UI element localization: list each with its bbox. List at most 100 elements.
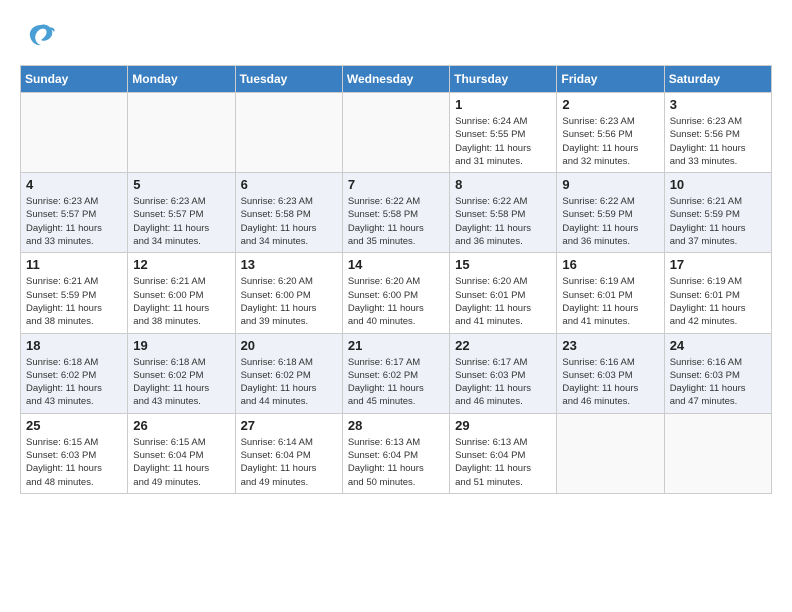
day-number: 27 bbox=[241, 418, 337, 433]
day-number: 1 bbox=[455, 97, 551, 112]
day-number: 25 bbox=[26, 418, 122, 433]
table-row bbox=[21, 93, 128, 173]
table-row: 1 Sunrise: 6:24 AM Sunset: 5:55 PM Daylig… bbox=[450, 93, 557, 173]
day-number: 28 bbox=[348, 418, 444, 433]
day-info: Sunrise: 6:18 AM Sunset: 6:02 PM Dayligh… bbox=[241, 356, 337, 409]
day-info: Sunrise: 6:20 AM Sunset: 6:01 PM Dayligh… bbox=[455, 275, 551, 328]
day-info: Sunrise: 6:17 AM Sunset: 6:02 PM Dayligh… bbox=[348, 356, 444, 409]
day-number: 23 bbox=[562, 338, 658, 353]
day-header-tuesday: Tuesday bbox=[235, 66, 342, 93]
calendar-week-5: 25 Sunrise: 6:15 AM Sunset: 6:03 PM Dayli… bbox=[21, 413, 772, 493]
day-info: Sunrise: 6:21 AM Sunset: 5:59 PM Dayligh… bbox=[670, 195, 766, 248]
logo-bird-icon bbox=[26, 20, 56, 50]
day-number: 7 bbox=[348, 177, 444, 192]
day-number: 20 bbox=[241, 338, 337, 353]
table-row: 5 Sunrise: 6:23 AM Sunset: 5:57 PM Daylig… bbox=[128, 173, 235, 253]
table-row: 19 Sunrise: 6:18 AM Sunset: 6:02 PM Dayli… bbox=[128, 333, 235, 413]
day-info: Sunrise: 6:23 AM Sunset: 5:56 PM Dayligh… bbox=[670, 115, 766, 168]
day-info: Sunrise: 6:21 AM Sunset: 6:00 PM Dayligh… bbox=[133, 275, 229, 328]
table-row: 18 Sunrise: 6:18 AM Sunset: 6:02 PM Dayli… bbox=[21, 333, 128, 413]
table-row: 6Sunrise: 6:23 AM Sunset: 5:58 PM Daylig… bbox=[235, 173, 342, 253]
day-number: 10 bbox=[670, 177, 766, 192]
day-number: 14 bbox=[348, 257, 444, 272]
table-row bbox=[342, 93, 449, 173]
calendar-week-3: 11Sunrise: 6:21 AM Sunset: 5:59 PM Dayli… bbox=[21, 253, 772, 333]
table-row: 17Sunrise: 6:19 AM Sunset: 6:01 PM Dayli… bbox=[664, 253, 771, 333]
day-info: Sunrise: 6:18 AM Sunset: 6:02 PM Dayligh… bbox=[133, 356, 229, 409]
table-row: 15 Sunrise: 6:20 AM Sunset: 6:01 PM Dayli… bbox=[450, 253, 557, 333]
table-row: 13 Sunrise: 6:20 AM Sunset: 6:00 PM Dayli… bbox=[235, 253, 342, 333]
day-info: Sunrise: 6:20 AM Sunset: 6:00 PM Dayligh… bbox=[348, 275, 444, 328]
day-info: Sunrise: 6:17 AM Sunset: 6:03 PM Dayligh… bbox=[455, 356, 551, 409]
day-number: 2 bbox=[562, 97, 658, 112]
day-number: 21 bbox=[348, 338, 444, 353]
table-row bbox=[557, 413, 664, 493]
table-row: 26 Sunrise: 6:15 AM Sunset: 6:04 PM Dayli… bbox=[128, 413, 235, 493]
day-info: Sunrise: 6:15 AM Sunset: 6:03 PM Dayligh… bbox=[26, 436, 122, 489]
day-info: Sunrise: 6:14 AM Sunset: 6:04 PM Dayligh… bbox=[241, 436, 337, 489]
table-row: 14 Sunrise: 6:20 AM Sunset: 6:00 PM Dayli… bbox=[342, 253, 449, 333]
table-row bbox=[664, 413, 771, 493]
table-row: 11Sunrise: 6:21 AM Sunset: 5:59 PM Dayli… bbox=[21, 253, 128, 333]
table-row: 9 Sunrise: 6:22 AM Sunset: 5:59 PM Daylig… bbox=[557, 173, 664, 253]
table-row: 2 Sunrise: 6:23 AM Sunset: 5:56 PM Daylig… bbox=[557, 93, 664, 173]
day-number: 9 bbox=[562, 177, 658, 192]
day-number: 15 bbox=[455, 257, 551, 272]
day-number: 3 bbox=[670, 97, 766, 112]
day-info: Sunrise: 6:23 AM Sunset: 5:57 PM Dayligh… bbox=[26, 195, 122, 248]
table-row bbox=[128, 93, 235, 173]
table-row: 7 Sunrise: 6:22 AM Sunset: 5:58 PM Daylig… bbox=[342, 173, 449, 253]
calendar-header-row: SundayMondayTuesdayWednesdayThursdayFrid… bbox=[21, 66, 772, 93]
day-info: Sunrise: 6:22 AM Sunset: 5:59 PM Dayligh… bbox=[562, 195, 658, 248]
day-header-thursday: Thursday bbox=[450, 66, 557, 93]
calendar-week-1: 1 Sunrise: 6:24 AM Sunset: 5:55 PM Daylig… bbox=[21, 93, 772, 173]
day-number: 8 bbox=[455, 177, 551, 192]
day-info: Sunrise: 6:23 AM Sunset: 5:58 PM Dayligh… bbox=[241, 195, 337, 248]
day-number: 26 bbox=[133, 418, 229, 433]
day-number: 12 bbox=[133, 257, 229, 272]
calendar-body: 1 Sunrise: 6:24 AM Sunset: 5:55 PM Daylig… bbox=[21, 93, 772, 494]
day-number: 19 bbox=[133, 338, 229, 353]
day-header-saturday: Saturday bbox=[664, 66, 771, 93]
day-info: Sunrise: 6:15 AM Sunset: 6:04 PM Dayligh… bbox=[133, 436, 229, 489]
calendar-week-2: 4 Sunrise: 6:23 AM Sunset: 5:57 PM Daylig… bbox=[21, 173, 772, 253]
day-number: 16 bbox=[562, 257, 658, 272]
day-header-monday: Monday bbox=[128, 66, 235, 93]
table-row: 20 Sunrise: 6:18 AM Sunset: 6:02 PM Dayli… bbox=[235, 333, 342, 413]
calendar-table: SundayMondayTuesdayWednesdayThursdayFrid… bbox=[20, 65, 772, 494]
day-info: Sunrise: 6:13 AM Sunset: 6:04 PM Dayligh… bbox=[455, 436, 551, 489]
day-header-friday: Friday bbox=[557, 66, 664, 93]
day-number: 5 bbox=[133, 177, 229, 192]
table-row bbox=[235, 93, 342, 173]
day-header-wednesday: Wednesday bbox=[342, 66, 449, 93]
day-number: 18 bbox=[26, 338, 122, 353]
table-row: 10 Sunrise: 6:21 AM Sunset: 5:59 PM Dayli… bbox=[664, 173, 771, 253]
table-row: 21 Sunrise: 6:17 AM Sunset: 6:02 PM Dayli… bbox=[342, 333, 449, 413]
day-info: Sunrise: 6:20 AM Sunset: 6:00 PM Dayligh… bbox=[241, 275, 337, 328]
day-number: 4 bbox=[26, 177, 122, 192]
day-info: Sunrise: 6:23 AM Sunset: 5:57 PM Dayligh… bbox=[133, 195, 229, 248]
table-row: 16Sunrise: 6:19 AM Sunset: 6:01 PM Dayli… bbox=[557, 253, 664, 333]
day-info: Sunrise: 6:18 AM Sunset: 6:02 PM Dayligh… bbox=[26, 356, 122, 409]
page-header bbox=[20, 20, 772, 55]
table-row: 8 Sunrise: 6:22 AM Sunset: 5:58 PM Daylig… bbox=[450, 173, 557, 253]
table-row: 12 Sunrise: 6:21 AM Sunset: 6:00 PM Dayli… bbox=[128, 253, 235, 333]
table-row: 27 Sunrise: 6:14 AM Sunset: 6:04 PM Dayli… bbox=[235, 413, 342, 493]
table-row: 24 Sunrise: 6:16 AM Sunset: 6:03 PM Dayli… bbox=[664, 333, 771, 413]
day-info: Sunrise: 6:22 AM Sunset: 5:58 PM Dayligh… bbox=[455, 195, 551, 248]
table-row: 23 Sunrise: 6:16 AM Sunset: 6:03 PM Dayli… bbox=[557, 333, 664, 413]
table-row: 22Sunrise: 6:17 AM Sunset: 6:03 PM Dayli… bbox=[450, 333, 557, 413]
day-number: 11 bbox=[26, 257, 122, 272]
table-row: 3 Sunrise: 6:23 AM Sunset: 5:56 PM Daylig… bbox=[664, 93, 771, 173]
day-info: Sunrise: 6:23 AM Sunset: 5:56 PM Dayligh… bbox=[562, 115, 658, 168]
table-row: 29Sunrise: 6:13 AM Sunset: 6:04 PM Dayli… bbox=[450, 413, 557, 493]
day-header-sunday: Sunday bbox=[21, 66, 128, 93]
day-number: 13 bbox=[241, 257, 337, 272]
day-number: 24 bbox=[670, 338, 766, 353]
day-info: Sunrise: 6:16 AM Sunset: 6:03 PM Dayligh… bbox=[562, 356, 658, 409]
day-info: Sunrise: 6:24 AM Sunset: 5:55 PM Dayligh… bbox=[455, 115, 551, 168]
day-info: Sunrise: 6:22 AM Sunset: 5:58 PM Dayligh… bbox=[348, 195, 444, 248]
day-number: 17 bbox=[670, 257, 766, 272]
calendar-week-4: 18 Sunrise: 6:18 AM Sunset: 6:02 PM Dayli… bbox=[21, 333, 772, 413]
day-info: Sunrise: 6:16 AM Sunset: 6:03 PM Dayligh… bbox=[670, 356, 766, 409]
